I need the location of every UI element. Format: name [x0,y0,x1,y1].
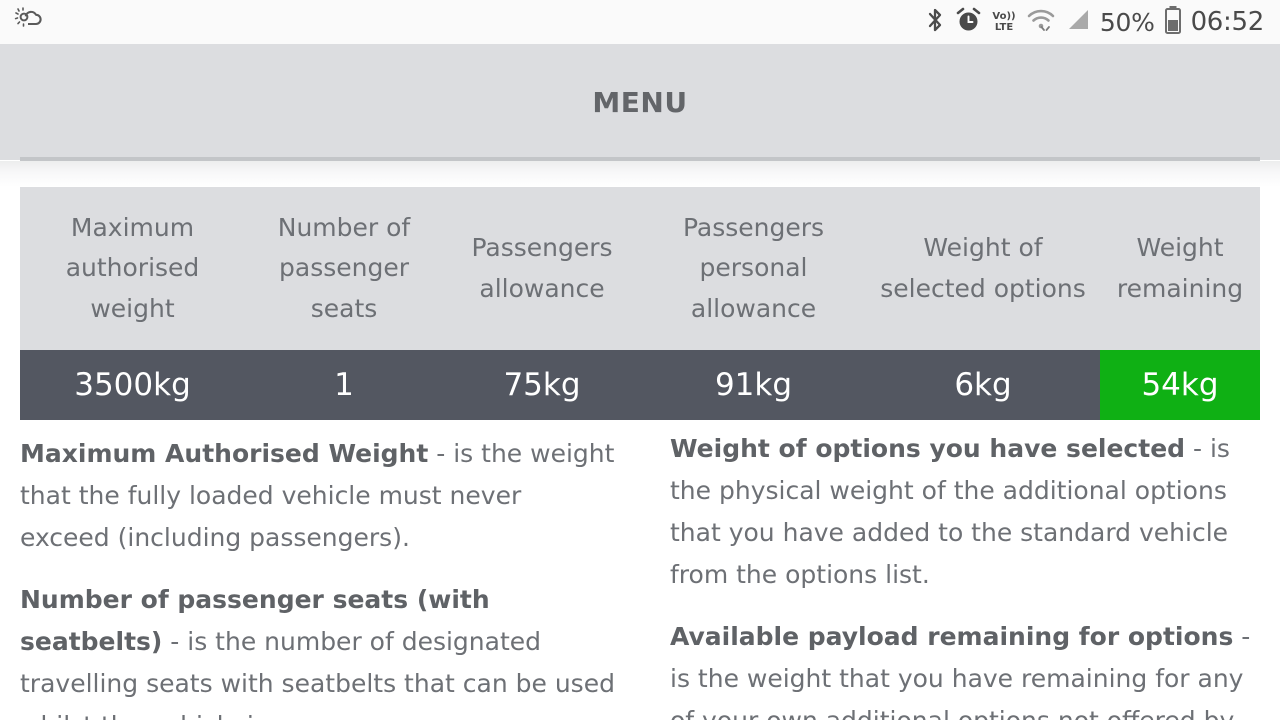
status-clock: 06:52 [1190,7,1265,37]
app-screen: Vo)) LTE 50% 06:52 MENU Maximum authoris… [0,0,1280,720]
definition-term: Weight of options you have selected [670,434,1186,463]
table-header-cell-max-weight: Maximum authorised weight [65,212,200,323]
wifi-icon [1026,6,1056,38]
battery-icon [1164,5,1182,39]
definition-max-authorised-weight: Maximum Authorised Weight - is the weigh… [20,433,618,559]
definitions-column-right: Weight of options you have selected - is… [640,433,1280,720]
definition-term: Maximum Authorised Weight [20,439,429,468]
notification-icons [14,5,44,39]
svg-text:LTE: LTE [995,22,1014,33]
definition-available-payload: Available payload remaining for options … [670,616,1266,720]
table-value-row: 3500kg 1 75kg 91kg 6kg 54kg [20,350,1260,420]
weights-table: Maximum authorised weight Number of pass… [20,187,1260,420]
table-value-passenger-seats: 1 [245,350,443,420]
definitions-column-left: Maximum Authorised Weight - is the weigh… [0,433,640,720]
table-header-row: Maximum authorised weight Number of pass… [20,187,1260,350]
page-title: MENU [592,85,688,119]
table-header-cell-selected-options: Weight of selected options [880,233,1086,303]
table-value-weight-remaining: 54kg [1100,350,1260,420]
status-icons: Vo)) LTE 50% 06:52 [924,5,1264,39]
definition-passenger-seats: Number of passenger seats (with seatbelt… [20,579,618,720]
table-value-personal-allowance: 91kg [641,350,866,420]
bluetooth-icon [924,6,946,38]
menu-shadow [0,161,1280,187]
weather-partly-cloudy-icon [14,5,44,39]
table-header-cell-passenger-seats: Number of passenger seats [277,212,411,323]
menu-bar[interactable]: MENU [0,44,1280,160]
definition-weight-of-options: Weight of options you have selected - is… [670,428,1266,596]
table-value-selected-options: 6kg [866,350,1100,420]
battery-percent-label: 50% [1099,7,1155,37]
signal-icon [1065,6,1091,38]
definition-term: Available payload remaining for options [670,622,1234,651]
table-header-cell-personal-allowance: Passengers personal allowance [682,212,825,323]
table-header-cell-weight-remaining: Weight remaining [1116,233,1244,303]
table-value-passengers-allowance: 75kg [443,350,641,420]
table-header-cell-passengers-allowance: Passengers allowance [471,233,613,303]
volte-icon: Vo)) LTE [991,6,1017,38]
definitions-content: Maximum Authorised Weight - is the weigh… [0,433,1280,720]
status-bar: Vo)) LTE 50% 06:52 [0,0,1280,44]
svg-text:Vo)): Vo)) [992,11,1015,22]
table-value-max-weight: 3500kg [20,350,245,420]
alarm-icon [955,6,982,38]
